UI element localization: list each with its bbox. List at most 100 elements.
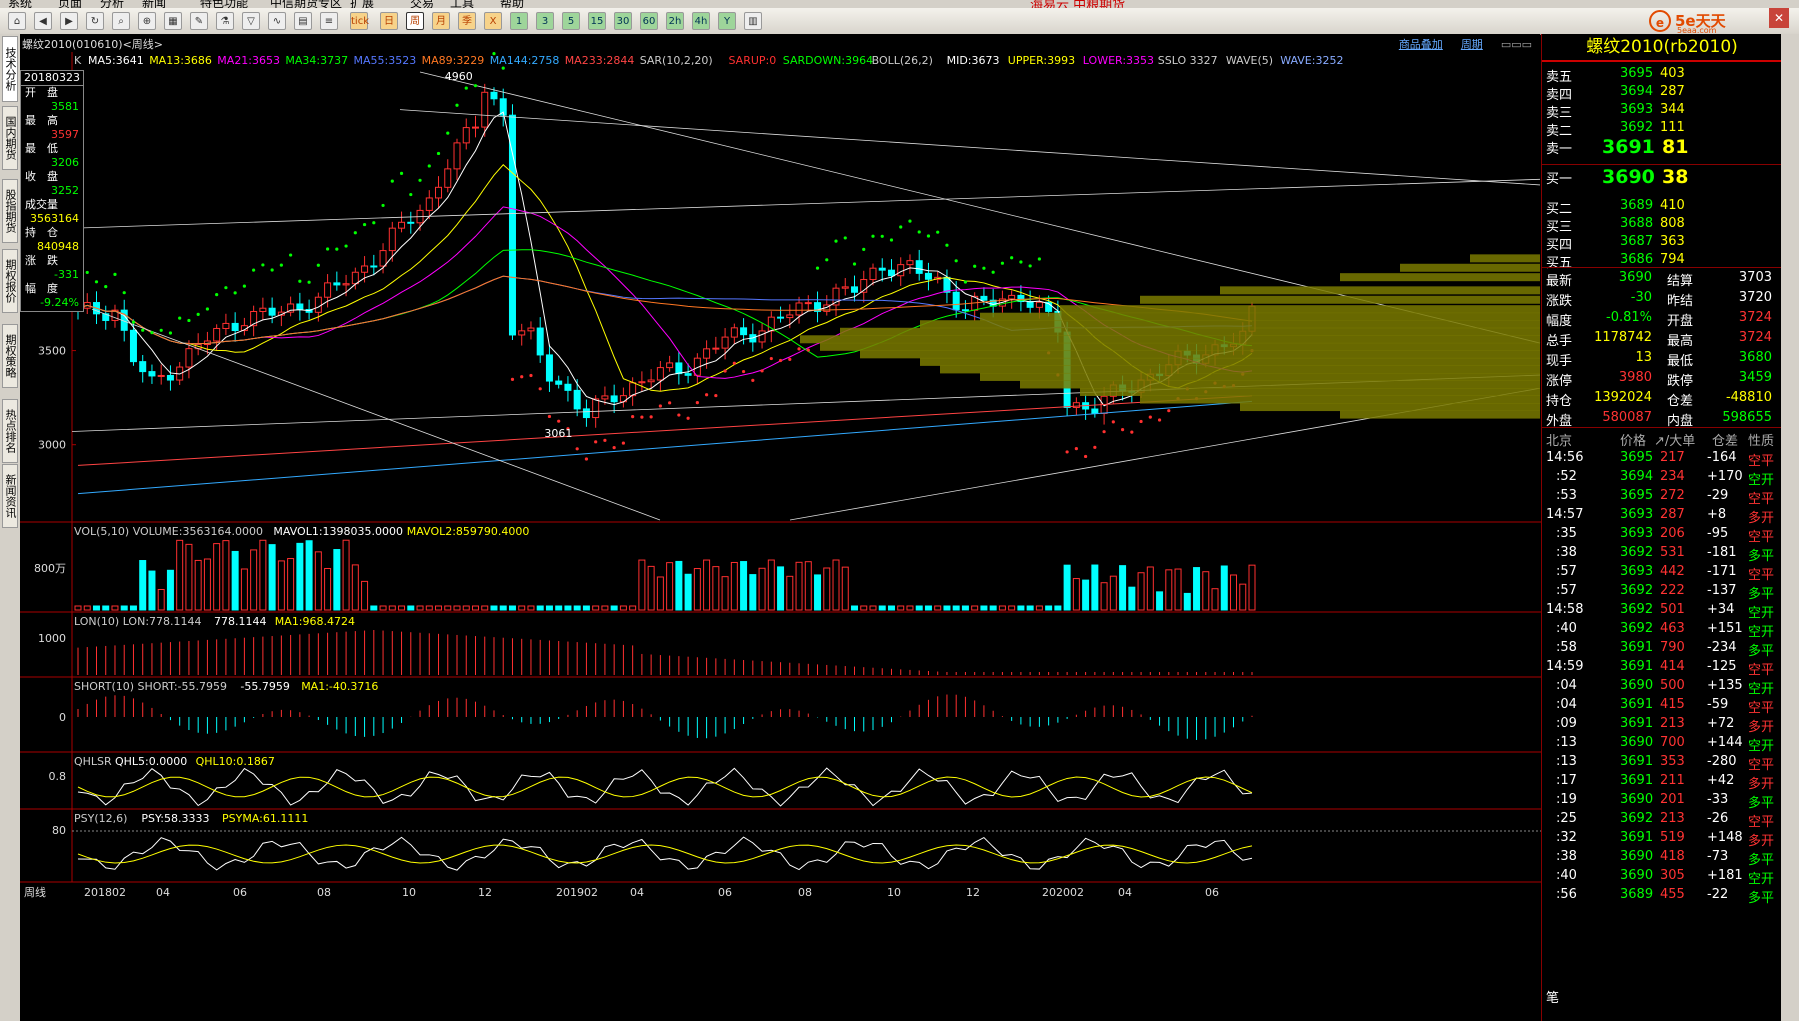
- stat-row-6[interactable]: 持仓 1392024 仓差 -48810: [1542, 388, 1782, 409]
- tick-row-17[interactable]: :17 3691 211 +42 多开: [1542, 771, 1782, 792]
- refresh-icon[interactable]: ↻: [86, 12, 104, 30]
- menu-item-5[interactable]: 中信期货专区: [270, 0, 342, 8]
- ask-row-4[interactable]: 卖一 3691 81: [1542, 136, 1782, 158]
- tick-row-11[interactable]: 14:59 3691 414 -125 空平: [1542, 657, 1782, 678]
- right-scrollbar[interactable]: [1781, 34, 1799, 1021]
- stat-row-4[interactable]: 现手 13 最低 3680: [1542, 348, 1782, 369]
- grid-icon[interactable]: ▤: [294, 12, 312, 30]
- tick-row-4[interactable]: :35 3693 206 -95 空平: [1542, 524, 1782, 545]
- stat-value: -30: [1630, 290, 1652, 305]
- menu-item-3[interactable]: 新闻: [142, 0, 166, 8]
- chart-link-1[interactable]: 周期: [1461, 38, 1483, 51]
- stat-row-3[interactable]: 总手 1178742 最高 3724: [1542, 328, 1782, 349]
- candle-body: [481, 91, 489, 128]
- period-button-13[interactable]: tick: [350, 12, 369, 30]
- chart-window-controls[interactable]: ▭▭▭: [1501, 38, 1532, 51]
- ask-row-3[interactable]: 卖二 3692 111: [1542, 118, 1782, 139]
- ask-row-0[interactable]: 卖五 3695 403: [1542, 64, 1782, 85]
- menu-item-1[interactable]: 页面: [58, 0, 82, 8]
- left-tab-1[interactable]: 国内期货: [2, 106, 18, 170]
- volume-bar: [832, 559, 840, 611]
- tick-row-3[interactable]: 14:57 3693 287 +8 多开: [1542, 505, 1782, 526]
- filter-icon[interactable]: ▽: [242, 12, 260, 30]
- bid-row-0[interactable]: 买一 3690 38: [1542, 166, 1782, 188]
- menu-item-4[interactable]: 特色功能: [200, 0, 248, 8]
- tick-row-14[interactable]: :09 3691 213 +72 多开: [1542, 714, 1782, 735]
- period-button-14[interactable]: 日: [380, 12, 398, 30]
- sar-dot: [399, 171, 404, 175]
- period-button-19[interactable]: 1: [510, 12, 528, 30]
- forward-icon[interactable]: ▶: [60, 12, 78, 30]
- sar-dot: [196, 312, 200, 316]
- stat-row-1[interactable]: 涨跌 -30 昨结 3720: [1542, 288, 1782, 309]
- home-icon[interactable]: ⌂: [8, 12, 26, 30]
- tick-row-13[interactable]: :04 3691 415 -59 空平: [1542, 695, 1782, 716]
- tick-row-5[interactable]: :38 3692 531 -181 多平: [1542, 543, 1782, 564]
- bid-row-3[interactable]: 买四 3687 363: [1542, 232, 1782, 253]
- tick-row-1[interactable]: :52 3694 234 +170 空开: [1542, 467, 1782, 488]
- ask-row-2[interactable]: 卖三 3693 344: [1542, 100, 1782, 121]
- left-tab-3[interactable]: 期权报价: [2, 249, 18, 313]
- list-icon[interactable]: ≡: [320, 12, 338, 30]
- tick-row-9[interactable]: :40 3692 463 +151 空开: [1542, 619, 1782, 640]
- period-button-20[interactable]: 3: [536, 12, 554, 30]
- period-button-26[interactable]: 4h: [692, 12, 710, 30]
- period-button-23[interactable]: 30: [614, 12, 632, 30]
- period-button-17[interactable]: 季: [458, 12, 476, 30]
- left-tab-2[interactable]: 股指期货: [2, 179, 18, 243]
- stat-row-5[interactable]: 涨停 3980 跌停 3459: [1542, 368, 1782, 389]
- period-button-18[interactable]: X: [484, 12, 502, 30]
- bid-row-1[interactable]: 买二 3689 410: [1542, 196, 1782, 217]
- tick-row-22[interactable]: :40 3690 305 +181 空开: [1542, 866, 1782, 887]
- search-icon[interactable]: ⌕: [112, 12, 130, 30]
- left-tab-0[interactable]: 技术分析: [2, 36, 18, 102]
- tick-row-15[interactable]: :13 3690 700 +144 空开: [1542, 733, 1782, 754]
- stat-row-7[interactable]: 外盘 580087 内盘 598655: [1542, 408, 1782, 429]
- tick-row-20[interactable]: :32 3691 519 +148 多开: [1542, 828, 1782, 849]
- ask-row-1[interactable]: 卖四 3694 287: [1542, 82, 1782, 103]
- tick-row-23[interactable]: :56 3689 455 -22 多平: [1542, 885, 1782, 906]
- tick-row-2[interactable]: :53 3695 272 -29 空平: [1542, 486, 1782, 507]
- chart-area[interactable]: K MA5:3641 MA13:3686 MA21:3653 MA34:3737 MA55…: [20, 52, 1541, 1021]
- chart-icon[interactable]: ▦: [164, 12, 182, 30]
- period-button-22[interactable]: 15: [588, 12, 606, 30]
- calendar-icon[interactable]: ▥: [744, 12, 762, 30]
- lab-icon[interactable]: ⚗: [216, 12, 234, 30]
- stat-row-0[interactable]: 最新 3690 结算 3703: [1542, 268, 1782, 289]
- tick-row-19[interactable]: :25 3692 213 -26 空平: [1542, 809, 1782, 830]
- menu-item-8[interactable]: 工具: [450, 0, 474, 8]
- left-tab-5[interactable]: 热点排名: [2, 399, 18, 463]
- tick-header[interactable]: 北京 价格 ↗/大单 仓差 性质: [1542, 428, 1782, 449]
- tick-row-0[interactable]: 14:56 3695 217 -164 空平: [1542, 448, 1782, 469]
- tick-row-7[interactable]: :57 3692 222 -137 多平: [1542, 581, 1782, 602]
- draw-icon[interactable]: ✎: [190, 12, 208, 30]
- left-tab-4[interactable]: 期权策略: [2, 324, 18, 388]
- tick-row-6[interactable]: :57 3693 442 -171 空平: [1542, 562, 1782, 583]
- tick-row-18[interactable]: :19 3690 201 -33 多平: [1542, 790, 1782, 811]
- tick-footer-row[interactable]: 笔: [1542, 985, 1782, 1006]
- tick-row-21[interactable]: :38 3690 418 -73 多平: [1542, 847, 1782, 868]
- period-button-16[interactable]: 月: [432, 12, 450, 30]
- period-button-21[interactable]: 5: [562, 12, 580, 30]
- menu-item-0[interactable]: 系统: [8, 0, 32, 8]
- menu-item-7[interactable]: 交易: [410, 0, 434, 8]
- menu-item-2[interactable]: 分析: [100, 0, 124, 8]
- zoom-icon[interactable]: ⊕: [138, 12, 156, 30]
- tick-row-10[interactable]: :58 3691 790 -234 多平: [1542, 638, 1782, 659]
- period-button-24[interactable]: 60: [640, 12, 658, 30]
- menu-item-9[interactable]: 帮助: [500, 0, 524, 8]
- tick-row-12[interactable]: :04 3690 500 +135 空开: [1542, 676, 1782, 697]
- tick-row-16[interactable]: :13 3691 353 -280 空平: [1542, 752, 1782, 773]
- period-button-27[interactable]: Y: [718, 12, 736, 30]
- left-tab-6[interactable]: 新闻资讯: [2, 464, 18, 528]
- chart-link-0[interactable]: 商品叠加: [1399, 38, 1443, 51]
- stat-row-2[interactable]: 幅度 -0.81% 开盘 3724: [1542, 308, 1782, 329]
- close-icon[interactable]: ✕: [1769, 8, 1789, 28]
- period-button-15[interactable]: 周: [406, 12, 424, 30]
- menu-item-6[interactable]: 扩展: [350, 0, 374, 8]
- tick-row-8[interactable]: 14:58 3692 501 +34 空开: [1542, 600, 1782, 621]
- bid-row-2[interactable]: 买三 3688 808: [1542, 214, 1782, 235]
- period-button-25[interactable]: 2h: [666, 12, 684, 30]
- indicator-icon[interactable]: ∿: [268, 12, 286, 30]
- back-icon[interactable]: ◀: [34, 12, 52, 30]
